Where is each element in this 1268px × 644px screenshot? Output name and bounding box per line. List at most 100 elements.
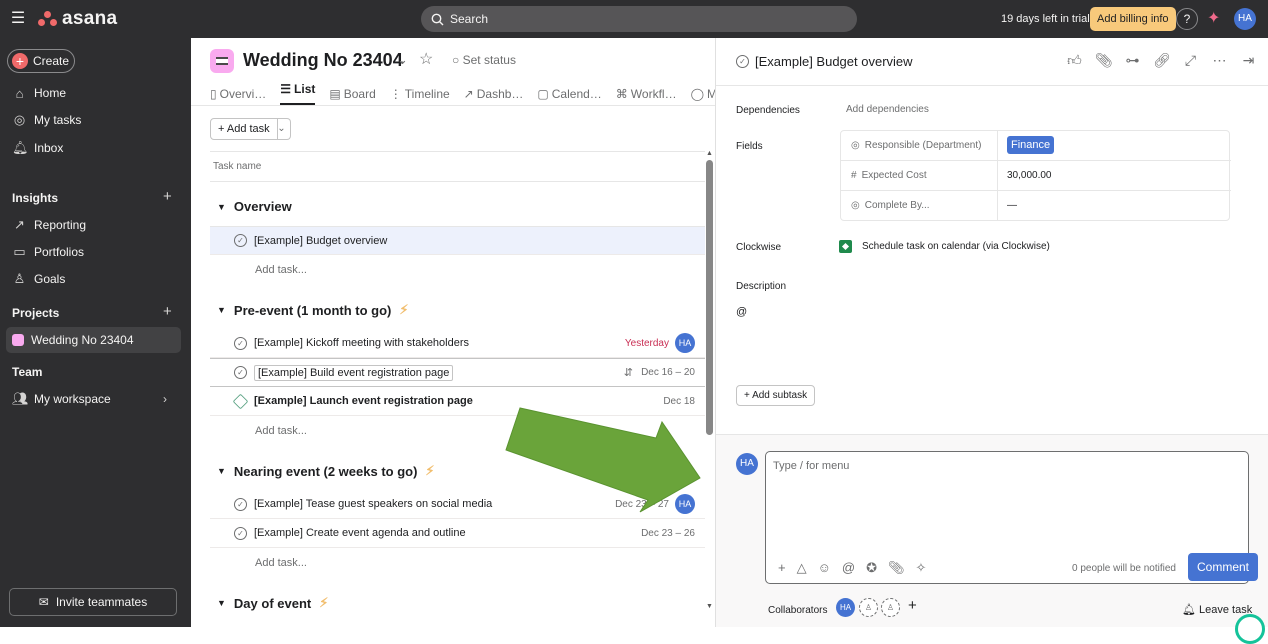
team-heading[interactable]: Team xyxy=(12,365,42,379)
task-row[interactable]: ✓ [Example] Tease guest speakers on soci… xyxy=(210,490,705,519)
section-pre-event[interactable]: ▼ Pre-event (1 month to go) ⚡︎ xyxy=(217,302,409,318)
task-row[interactable]: ✓ [Example] Kickoff meeting with stakeho… xyxy=(210,329,705,358)
text-format-icon[interactable]: △ xyxy=(797,560,807,576)
insights-heading[interactable]: Insights xyxy=(12,191,58,205)
expand-icon[interactable]: ⤢ xyxy=(1182,52,1199,69)
section-day-of-event[interactable]: ▼ Day of event ⚡︎ xyxy=(217,595,328,611)
search-bar[interactable]: Search xyxy=(421,6,857,32)
scroll-down-icon[interactable]: ▼ xyxy=(706,603,713,610)
sidebar-item-goals[interactable]: ♙ Goals xyxy=(0,267,191,291)
task-check-icon[interactable]: ✓ xyxy=(234,234,247,247)
task-check-icon[interactable]: ✓ xyxy=(234,497,247,511)
thumbs-up-icon[interactable]: 👍︎ xyxy=(1066,52,1083,69)
task-check-icon[interactable]: ✓ xyxy=(234,336,247,350)
field-value-tag[interactable]: Finance xyxy=(1007,136,1055,154)
description-text[interactable]: @ xyxy=(736,306,747,318)
projects-heading[interactable]: Projects xyxy=(12,306,59,320)
ai-sparkle-icon[interactable]: ✧ xyxy=(916,560,927,576)
project-title[interactable]: Wedding No 23404 xyxy=(243,50,403,71)
user-avatar[interactable]: HA xyxy=(1234,8,1256,30)
task-due-date[interactable]: Dec 18 xyxy=(663,396,695,407)
task-row[interactable]: [Example] Launch event registration page… xyxy=(210,387,705,416)
task-check-icon[interactable]: ✓ xyxy=(234,526,247,540)
tab-list[interactable]: ☰ List xyxy=(280,82,316,105)
star-icon[interactable]: ✪ xyxy=(866,560,877,576)
section-overview[interactable]: ▼ Overview xyxy=(217,199,292,214)
create-button[interactable]: + Create xyxy=(7,49,75,73)
task-name[interactable]: [Example] Budget overview xyxy=(254,235,387,247)
tab-overview[interactable]: ▯ Overvi… xyxy=(210,82,266,105)
task-name[interactable]: [Example] Tease guest speakers on social… xyxy=(254,498,492,510)
task-due-date[interactable]: Yesterday xyxy=(625,338,669,349)
ai-sparkle-icon[interactable]: ✦ xyxy=(1207,8,1223,27)
task-row[interactable]: ✓ [Example] Create event agenda and outl… xyxy=(210,519,705,548)
add-collaborator-icon[interactable]: ♙ xyxy=(881,598,900,617)
scrollbar-thumb[interactable] xyxy=(706,160,713,435)
field-row[interactable]: ◎ Responsible (Department) Finance xyxy=(841,131,1231,161)
field-row[interactable]: ◎ Complete By... — xyxy=(841,191,1231,221)
tab-workflow[interactable]: ⌘ Workfl… xyxy=(616,82,677,105)
project-icon[interactable] xyxy=(210,49,234,73)
invite-teammates-button[interactable]: ✉ Invite teammates xyxy=(9,588,177,616)
add-subtask-button[interactable]: + Add subtask xyxy=(736,385,816,406)
add-collaborator-icon[interactable]: ♙ xyxy=(859,598,878,617)
field-value[interactable]: — xyxy=(1007,200,1017,211)
caret-down-icon[interactable]: ▼ xyxy=(217,466,226,476)
collaborator-avatar[interactable]: HA xyxy=(836,598,855,617)
grammarly-icon[interactable] xyxy=(1235,614,1265,644)
star-icon[interactable]: ☆ xyxy=(419,49,433,69)
close-panel-icon[interactable]: ⇥ xyxy=(1240,52,1257,69)
tab-calendar[interactable]: ▢ Calend… xyxy=(537,82,601,105)
assignee-avatar[interactable]: HA xyxy=(675,494,695,514)
sidebar-item-portfolios[interactable]: ▭ Portfolios xyxy=(0,240,191,264)
add-dependencies-button[interactable]: Add dependencies xyxy=(846,104,929,115)
add-task-dropdown[interactable]: ⌄ xyxy=(273,118,291,140)
add-project-icon[interactable]: + xyxy=(163,303,172,320)
caret-down-icon[interactable]: ▼ xyxy=(217,305,226,315)
tab-board[interactable]: ▤ Board xyxy=(329,82,375,105)
task-due-date[interactable]: Dec 23 – 26 xyxy=(641,528,695,539)
task-name[interactable]: [Example] Launch event registration page xyxy=(254,395,473,407)
sidebar-item-reporting[interactable]: ↗ Reporting xyxy=(0,213,191,237)
task-check-icon[interactable]: ✓ xyxy=(234,366,247,379)
field-value[interactable]: 30,000.00 xyxy=(1007,170,1052,181)
add-task-row[interactable]: Add task... xyxy=(255,425,307,437)
plus-icon[interactable]: + xyxy=(778,560,786,576)
attachment-icon[interactable]: 📎︎ xyxy=(1095,52,1113,69)
assignee-avatar[interactable]: HA xyxy=(675,333,695,353)
task-due-date[interactable]: Dec 16 – 20 xyxy=(641,367,695,378)
clockwise-schedule-link[interactable]: Schedule task on calendar (via Clockwise… xyxy=(862,241,1050,252)
sidebar-item-my-tasks[interactable]: ◎ My tasks xyxy=(0,108,191,132)
field-row[interactable]: # Expected Cost 30,000.00 xyxy=(841,161,1231,191)
mark-complete-icon[interactable]: ✓ xyxy=(736,55,749,68)
task-row[interactable]: ✓ [Example] Build event registration pag… xyxy=(210,358,705,387)
add-task-button[interactable]: + Add task xyxy=(210,118,278,140)
add-task-row[interactable]: Add task... xyxy=(255,264,307,276)
tab-dashboard[interactable]: ↗ Dashb… xyxy=(464,82,524,105)
add-billing-button[interactable]: Add billing info xyxy=(1090,7,1176,31)
caret-down-icon[interactable]: ▼ xyxy=(217,598,226,608)
plus-icon[interactable]: + xyxy=(908,597,917,614)
tab-messages[interactable]: ◯ M xyxy=(691,82,717,105)
more-icon[interactable]: ⋯ xyxy=(1211,52,1228,69)
comment-button[interactable]: Comment xyxy=(1188,553,1258,581)
mention-icon[interactable]: @ xyxy=(842,560,855,576)
task-due-date[interactable]: Dec 23 – 27 xyxy=(615,499,669,510)
chevron-down-icon[interactable]: ⌄ xyxy=(397,52,408,68)
column-header[interactable]: Task name xyxy=(210,151,705,182)
add-insight-icon[interactable]: + xyxy=(163,188,172,205)
caret-down-icon[interactable]: ▼ xyxy=(217,202,226,212)
set-status-button[interactable]: ○ Set status xyxy=(452,53,516,67)
task-name[interactable]: [Example] Kickoff meeting with stakehold… xyxy=(254,337,469,349)
leave-task-button[interactable]: 🔔︎ Leave task xyxy=(1182,603,1252,616)
comment-box[interactable]: Type / for menu + △ ☺ @ ✪ 📎︎ ✧ 0 people … xyxy=(765,451,1258,584)
section-nearing-event[interactable]: ▼ Nearing event (2 weeks to go) ⚡︎ xyxy=(217,463,435,479)
sidebar-item-inbox[interactable]: 🔔︎ Inbox xyxy=(0,136,191,160)
tab-timeline[interactable]: ⋮ Timeline xyxy=(390,82,450,105)
link-icon[interactable]: 🔗︎ xyxy=(1153,52,1171,69)
scroll-up-icon[interactable]: ▲ xyxy=(706,150,713,157)
emoji-icon[interactable]: ☺ xyxy=(818,560,831,576)
panel-task-title[interactable]: [Example] Budget overview xyxy=(755,54,913,69)
help-button[interactable]: ? xyxy=(1176,8,1198,30)
asana-logo[interactable]: asana xyxy=(38,8,117,30)
